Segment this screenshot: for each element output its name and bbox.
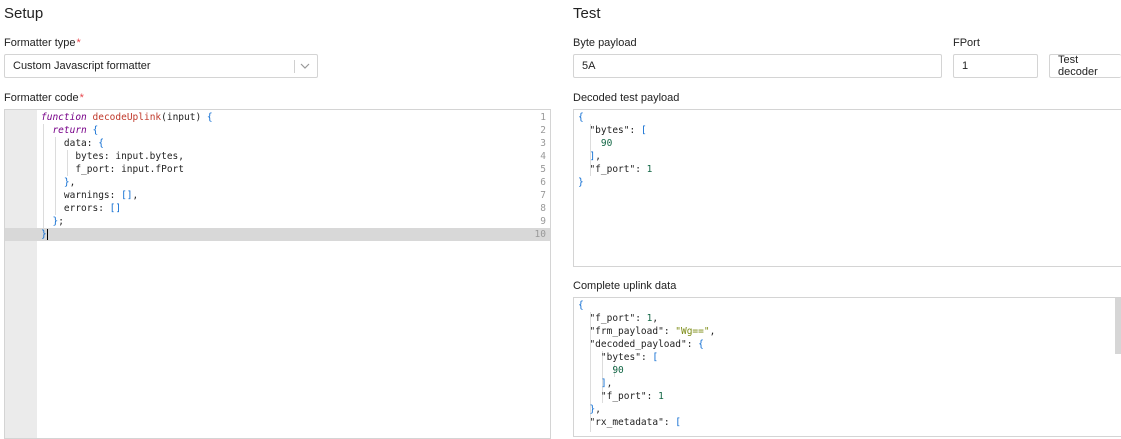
json-line: 90 xyxy=(578,137,612,150)
json-line: "f_port": 1, xyxy=(589,313,659,324)
bracket: } xyxy=(589,404,596,415)
json-line: ], xyxy=(589,151,601,162)
required-mark: * xyxy=(79,92,84,104)
byte-payload-label: Byte payload xyxy=(573,37,637,49)
setup-title: Setup xyxy=(4,5,44,22)
json-line: "bytes": [ xyxy=(589,125,647,136)
json-string: "Wg==" xyxy=(675,326,710,337)
json-key: "f_port" xyxy=(600,391,647,402)
formatter-type-select[interactable]: Custom Javascript formatter xyxy=(4,54,318,78)
code-line: }, xyxy=(63,177,76,188)
json-number: 1 xyxy=(646,164,653,175)
code-line: function decodeUplink(input) { xyxy=(41,111,213,124)
json-number: 1 xyxy=(646,313,653,324)
code-line: f_port: input.fPort xyxy=(41,164,184,175)
json-line: ], xyxy=(600,378,613,389)
json-line: { xyxy=(578,299,584,312)
select-separator xyxy=(294,60,295,73)
json-key: "rx_metadata" xyxy=(589,417,664,428)
bracket: ] xyxy=(600,378,607,389)
json-key: "bytes" xyxy=(589,125,630,136)
keyword-return: return xyxy=(52,125,87,136)
json-line: "bytes": [ xyxy=(600,352,659,363)
line-number: 4 xyxy=(540,151,546,162)
json-line: 90 xyxy=(578,364,624,377)
fport-value: 1 xyxy=(962,60,969,72)
bracket: [ xyxy=(652,352,659,363)
json-line: } xyxy=(578,176,584,189)
scrollbar-thumb[interactable] xyxy=(1115,298,1121,354)
bracket: } xyxy=(52,216,59,227)
json-key: "f_port" xyxy=(589,313,636,324)
json-line: "f_port": 1 xyxy=(600,391,664,402)
json-number: 1 xyxy=(658,391,664,402)
code-line: warnings: [], xyxy=(41,190,139,201)
json-line: "decoded_payload": { xyxy=(589,339,704,350)
code-line: return { xyxy=(41,124,98,137)
bracket: [ xyxy=(640,125,647,136)
formatter-type-label-text: Formatter type xyxy=(4,37,76,49)
complete-uplink-label: Complete uplink data xyxy=(573,280,677,292)
formatter-code-label-text: Formatter code xyxy=(4,92,79,104)
json-line: "f_port": 1 xyxy=(589,164,653,175)
text-cursor xyxy=(46,229,48,240)
byte-payload-input[interactable]: 5A xyxy=(573,54,942,78)
code-line: data: { xyxy=(41,138,104,149)
bracket: } xyxy=(578,177,584,188)
json-key: "f_port" xyxy=(589,164,636,175)
bracket: [] xyxy=(121,190,133,201)
code-line: errors: [] xyxy=(41,203,122,214)
json-number: 90 xyxy=(600,138,613,149)
line-number-active: 10 xyxy=(5,228,550,241)
formatter-code-editor[interactable]: 1 2 3 4 5 6 7 8 9 10 function decodeUpli… xyxy=(4,109,551,439)
test-decoder-button[interactable]: Test decoder xyxy=(1049,54,1121,78)
line-number: 2 xyxy=(540,125,546,136)
formatter-type-label: Formatter type* xyxy=(4,37,81,49)
json-number: 90 xyxy=(612,365,624,376)
code-line: }; xyxy=(52,216,64,227)
formatter-code-label: Formatter code* xyxy=(4,92,84,104)
line-number-gutter xyxy=(5,110,37,438)
code-line: } xyxy=(41,228,48,241)
json-key: "bytes" xyxy=(600,352,641,363)
json-line: }, xyxy=(589,404,601,415)
bracket: { xyxy=(92,125,99,136)
code-line: bytes: input.bytes, xyxy=(41,151,184,162)
byte-payload-value: 5A xyxy=(582,60,596,72)
json-line: { xyxy=(578,111,584,124)
line-number: 5 xyxy=(540,164,546,175)
bracket: } xyxy=(63,177,70,188)
line-number: 6 xyxy=(540,177,546,188)
json-line: "frm_payload": "Wg==", xyxy=(589,326,716,337)
bracket: { xyxy=(698,339,704,350)
decoded-payload-label: Decoded test payload xyxy=(573,92,680,104)
line-number: 8 xyxy=(540,203,546,214)
bracket: { xyxy=(98,138,104,149)
json-key: "frm_payload" xyxy=(589,326,664,337)
json-line: "rx_metadata": [ xyxy=(589,417,681,428)
bracket: { xyxy=(578,300,584,311)
decoded-payload-output[interactable]: { "bytes": [ 90 ], "f_port": 1 } xyxy=(573,109,1121,267)
test-title: Test xyxy=(573,5,601,22)
fport-input[interactable]: 1 xyxy=(953,54,1038,78)
fport-label: FPort xyxy=(953,37,980,49)
line-number: 9 xyxy=(540,216,546,227)
line-number: 7 xyxy=(540,190,546,201)
bracket: { xyxy=(578,112,584,123)
bracket: ] xyxy=(589,151,596,162)
json-key: "decoded_payload" xyxy=(589,339,687,350)
bracket: [] xyxy=(109,203,122,214)
required-mark: * xyxy=(76,37,81,49)
chevron-down-icon xyxy=(300,63,310,69)
line-number: 1 xyxy=(540,112,546,123)
keyword-function: function xyxy=(41,112,87,123)
bracket: [ xyxy=(675,417,681,428)
bracket: { xyxy=(206,112,213,123)
complete-uplink-output[interactable]: { "f_port": 1, "frm_payload": "Wg==", "d… xyxy=(573,297,1121,437)
formatter-type-value: Custom Javascript formatter xyxy=(13,60,151,72)
function-name: decodeUplink xyxy=(92,112,162,123)
line-number: 3 xyxy=(540,138,546,149)
params: (input) xyxy=(161,112,207,123)
